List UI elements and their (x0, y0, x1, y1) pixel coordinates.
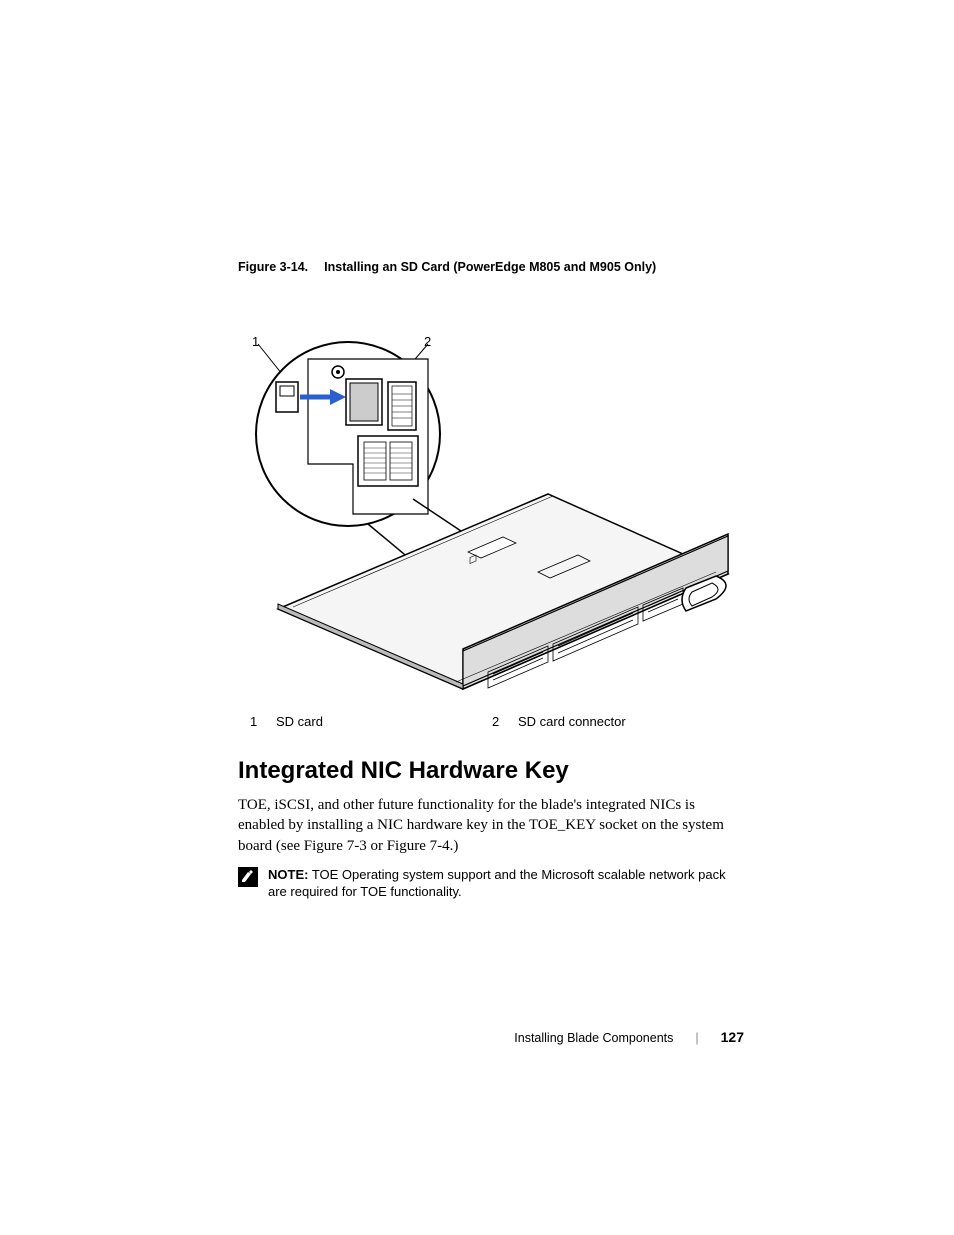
legend-num-1: 1 (250, 714, 276, 729)
note-block: NOTE: TOE Operating system support and t… (238, 866, 744, 901)
page-content: Figure 3-14. Installing an SD Card (Power… (0, 0, 954, 901)
legend-text-1: SD card (276, 714, 492, 729)
legend-text-2: SD card connector (518, 714, 734, 729)
footer-separator: | (695, 1031, 698, 1045)
note-body: TOE Operating system support and the Mic… (268, 867, 726, 900)
note-label: NOTE: (268, 867, 308, 882)
figure-title: Installing an SD Card (PowerEdge M805 an… (324, 260, 656, 274)
page-footer: Installing Blade Components | 127 (514, 1029, 744, 1045)
figure-caption: Figure 3-14. Installing an SD Card (Power… (238, 260, 744, 274)
figure-illustration: 1 2 (238, 294, 738, 694)
note-text: NOTE: TOE Operating system support and t… (268, 866, 744, 901)
section-paragraph: TOE, iSCSI, and other future functionali… (238, 795, 744, 856)
footer-page-number: 127 (721, 1029, 744, 1045)
legend-num-2: 2 (492, 714, 518, 729)
figure-number: Figure 3-14. (238, 260, 308, 274)
blade-diagram-icon (238, 324, 738, 694)
footer-chapter: Installing Blade Components (514, 1031, 673, 1045)
figure-legend: 1 SD card 2 SD card connector (238, 710, 744, 757)
note-icon (238, 867, 258, 887)
section-heading: Integrated NIC Hardware Key (238, 757, 744, 785)
